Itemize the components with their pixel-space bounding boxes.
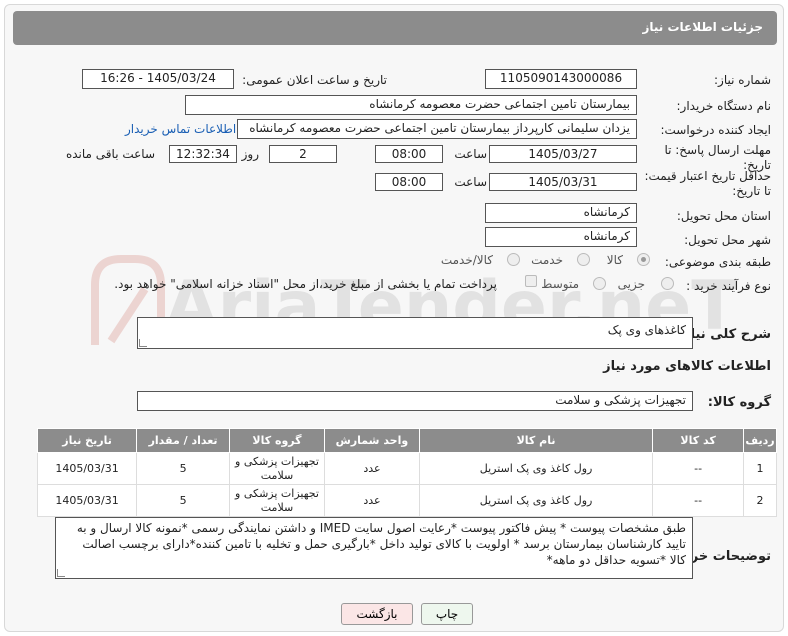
buyer-contact-link[interactable]: اطلاعات تماس خریدار xyxy=(125,122,236,136)
table-row: 2 -- رول کاغذ وی پک استریل عدد تجهیزات پ… xyxy=(36,484,778,517)
province-label: استان محل تحویل: xyxy=(676,209,771,223)
city-label: شهر محل تحویل: xyxy=(684,233,771,247)
col-row-number: ردیف xyxy=(742,428,778,453)
announce-date-label: تاریخ و ساعت اعلان عمومی: xyxy=(242,73,387,87)
price-validity-label-line1: حداقل تاریخ اعتبار قیمت: xyxy=(644,169,771,183)
col-goods-code: کد کالا xyxy=(652,428,744,453)
price-validity-label-line2: تا تاریخ: xyxy=(732,184,771,198)
cell-quantity: 5 xyxy=(136,484,231,517)
need-number-label: شماره نیاز: xyxy=(714,73,771,87)
category-option-goods: کالا xyxy=(606,253,623,267)
cell-goods-name: رول کاغذ وی پک استریل xyxy=(418,484,654,517)
remaining-days-field: 2 xyxy=(269,145,337,163)
cell-row-number: 1 xyxy=(742,452,778,485)
remaining-time-label: ساعت باقی مانده xyxy=(65,147,155,161)
col-goods-name: نام کالا xyxy=(418,428,654,453)
remaining-time-field: 12:32:34 xyxy=(169,145,237,163)
table-header-row: ردیف کد کالا نام کالا واحد شمارش گروه کا… xyxy=(36,428,778,453)
col-unit: واحد شمارش xyxy=(323,428,420,453)
category-radio-goods-service[interactable] xyxy=(507,253,520,266)
col-need-date: تاریخ نیاز xyxy=(36,428,138,453)
deadline-time-field: 08:00 xyxy=(375,145,443,163)
creator-field: یزدان سلیمانی کارپرداز بیمارستان تامین ا… xyxy=(237,119,637,139)
cell-need-date: 1405/03/31 xyxy=(36,452,138,485)
goods-group-label: گروه کالا: xyxy=(707,395,771,410)
goods-group-field: تجهیزات پزشکی و سلامت xyxy=(137,391,693,411)
province-field: کرمانشاه xyxy=(485,203,637,223)
price-validity-date-field: 1405/03/31 xyxy=(489,173,637,191)
print-button[interactable]: چاپ xyxy=(421,603,473,625)
deadline-date-field: 1405/03/27 xyxy=(489,145,637,163)
goods-info-title: اطلاعات کالاهای مورد نیاز xyxy=(603,359,771,374)
cell-unit: عدد xyxy=(323,484,420,517)
back-button[interactable]: بازگشت xyxy=(341,603,413,625)
process-option-medium: متوسط xyxy=(541,277,579,291)
treasury-payment-note: پرداخت تمام یا بخشی از مبلغ خرید،از محل … xyxy=(114,277,497,291)
category-radio-service[interactable] xyxy=(577,253,590,266)
process-type-label: نوع فرآیند خرید : xyxy=(686,279,771,293)
city-field: کرمانشاه xyxy=(485,227,637,247)
page-title: جزئیات اطلاعات نیاز xyxy=(642,20,763,34)
cell-goods-group: تجهیزات پزشکی و سلامت xyxy=(229,452,325,485)
category-label: طبقه بندی موضوعی: xyxy=(664,255,771,269)
buyer-notes-field: طبق مشخصات پیوست * پیش فاکتور پیوست *رعا… xyxy=(55,517,693,579)
cell-quantity: 5 xyxy=(136,452,231,485)
page-header: جزئیات اطلاعات نیاز xyxy=(13,11,777,45)
cell-need-date: 1405/03/31 xyxy=(36,484,138,517)
goods-table: ردیف کد کالا نام کالا واحد شمارش گروه کا… xyxy=(36,428,778,517)
col-goods-group: گروه کالا xyxy=(229,428,325,453)
description-field: کاغذهای وی پک xyxy=(137,317,693,349)
price-validity-time-label: ساعت xyxy=(454,175,487,189)
need-number-field: 1105090143000086 xyxy=(485,69,637,89)
cell-row-number: 2 xyxy=(742,484,778,517)
price-validity-time-field: 08:00 xyxy=(375,173,443,191)
buyer-notes-resize-handle[interactable] xyxy=(57,569,65,577)
buyer-org-label: نام دستگاه خریدار: xyxy=(676,99,772,113)
table-row: 1 -- رول کاغذ وی پک استریل عدد تجهیزات پ… xyxy=(36,452,778,485)
cell-unit: عدد xyxy=(323,452,420,485)
category-option-service: خدمت xyxy=(531,253,563,267)
category-radio-goods[interactable] xyxy=(637,253,650,266)
process-option-minor: جزیی xyxy=(617,277,645,291)
creator-label: ایجاد کننده درخواست: xyxy=(660,123,771,137)
cell-goods-code: -- xyxy=(652,484,744,517)
treasury-payment-checkbox[interactable] xyxy=(525,275,537,287)
deadline-label-line1: مهلت ارسال پاسخ: تا xyxy=(664,143,771,157)
detail-panel: AriaTender.neT جزئیات اطلاعات نیاز شماره… xyxy=(4,4,784,632)
process-radio-medium[interactable] xyxy=(593,277,606,290)
buyer-org-field: بیمارستان تامین اجتماعی حضرت معصومه کرما… xyxy=(185,95,637,115)
cell-goods-group: تجهیزات پزشکی و سلامت xyxy=(229,484,325,517)
announce-date-field: 1405/03/24 - 16:26 xyxy=(82,69,234,89)
description-resize-handle[interactable] xyxy=(139,339,147,347)
col-quantity: تعداد / مقدار xyxy=(136,428,231,453)
process-radio-minor[interactable] xyxy=(661,277,674,290)
cell-goods-name: رول کاغذ وی پک استریل xyxy=(418,452,654,485)
category-option-goods-service: کالا/خدمت xyxy=(440,253,493,267)
deadline-time-label: ساعت xyxy=(454,147,487,161)
cell-goods-code: -- xyxy=(652,452,744,485)
